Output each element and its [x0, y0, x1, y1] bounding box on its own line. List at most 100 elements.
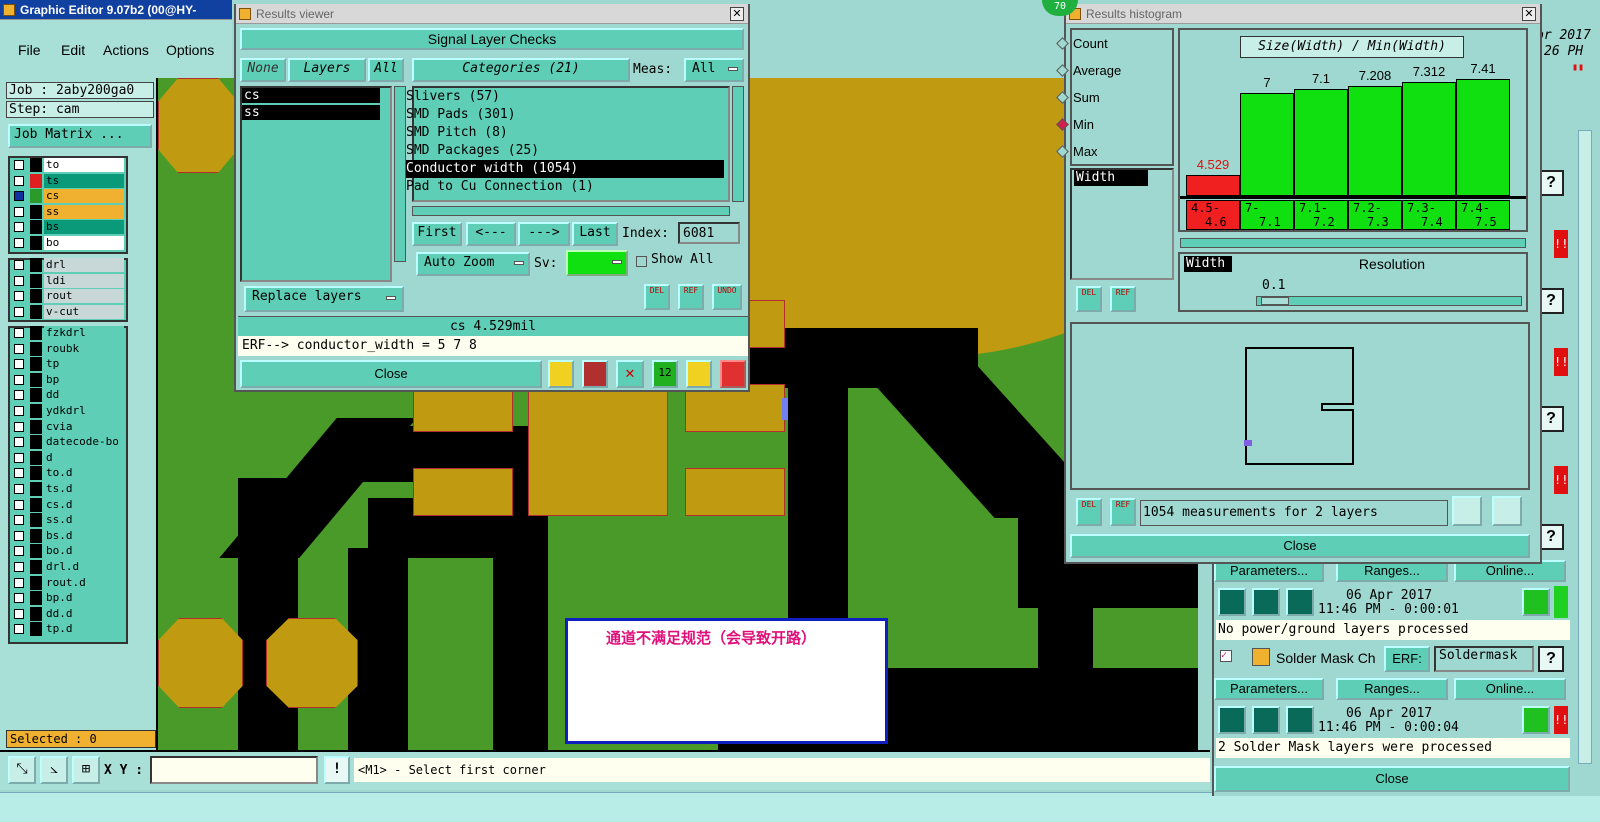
first-button[interactable]: First: [412, 222, 462, 246]
layer-checkbox[interactable]: [14, 291, 24, 301]
import-icon[interactable]: [1492, 496, 1522, 526]
close-icon[interactable]: ✕: [1522, 7, 1536, 21]
layer-row-drl.d[interactable]: drl.d: [10, 560, 124, 574]
layer-row-tp[interactable]: tp: [10, 357, 124, 372]
export-icon[interactable]: [1452, 496, 1482, 526]
layer-checkbox[interactable]: [14, 406, 24, 416]
hist-ref-button[interactable]: REF: [1110, 286, 1136, 312]
layer-row-drl[interactable]: drl: [10, 258, 124, 272]
hist-del-button[interactable]: DEL: [1076, 286, 1102, 312]
layer-checkbox[interactable]: [14, 359, 24, 370]
online-button-2[interactable]: Online...: [1454, 678, 1566, 700]
layer-row-cvia[interactable]: cvia: [10, 419, 124, 434]
show-all-checkbox[interactable]: [636, 256, 647, 267]
stat-option-average[interactable]: Average: [1056, 63, 1121, 78]
category-item[interactable]: Slivers (57): [406, 88, 500, 106]
tool-icon-1[interactable]: ⤡: [8, 756, 36, 784]
sv-color-dropdown[interactable]: [566, 250, 628, 276]
category-item[interactable]: Pad to Cu Connection (1): [406, 178, 594, 196]
layer-row-fzkdrl[interactable]: fzkdrl: [10, 326, 124, 340]
layer-checkbox[interactable]: [14, 222, 24, 232]
index-input[interactable]: [678, 222, 740, 244]
layer-checkbox[interactable]: [14, 624, 24, 635]
layer-checkbox[interactable]: [14, 468, 24, 479]
report-icon[interactable]: [686, 360, 712, 388]
categories-hscrollbar[interactable]: [412, 206, 730, 216]
layer-checkbox[interactable]: [14, 343, 24, 354]
prev-button[interactable]: <---: [466, 222, 516, 246]
auto-zoom-dropdown[interactable]: Auto Zoom: [416, 252, 530, 276]
layer-checkbox[interactable]: [14, 260, 24, 270]
layers-none-button[interactable]: None: [240, 58, 286, 82]
layer-row-to[interactable]: to: [10, 158, 124, 172]
layer-list-item[interactable]: ss: [242, 105, 380, 120]
layer-row-d[interactable]: d: [10, 450, 124, 465]
menu-actions[interactable]: Actions: [103, 42, 149, 58]
erf-button[interactable]: ERF:: [1384, 646, 1430, 672]
layer-checkbox[interactable]: [14, 577, 24, 588]
layer-row-bo.d[interactable]: bo.d: [10, 544, 124, 559]
zoom-icon[interactable]: [1522, 588, 1550, 616]
layer-row-ss[interactable]: ss: [10, 204, 124, 219]
layer-checkbox[interactable]: [14, 160, 24, 170]
ref-button[interactable]: REF: [678, 284, 704, 310]
category-item[interactable]: SMD Packages (25): [406, 142, 539, 160]
help-button[interactable]: ?: [1538, 646, 1564, 672]
layer-row-ss.d[interactable]: ss.d: [10, 513, 124, 528]
resolution-slider[interactable]: [1256, 296, 1522, 306]
hist-ref-button-2[interactable]: REF: [1110, 498, 1136, 526]
layer-checkbox[interactable]: [14, 437, 24, 448]
erf-x-icon[interactable]: ✕: [616, 360, 644, 388]
category-item[interactable]: Conductor width (1054): [406, 160, 724, 178]
histogram-icon[interactable]: [720, 360, 746, 388]
layer-checkbox[interactable]: [14, 237, 24, 248]
categories-scrollbar[interactable]: [732, 86, 744, 202]
layer-row-ldi[interactable]: ldi: [10, 273, 124, 288]
layer-row-rout.d[interactable]: rout.d: [10, 575, 124, 590]
menu-edit[interactable]: Edit: [61, 42, 85, 58]
undo-button[interactable]: UNDO: [712, 284, 742, 310]
parameters-button-2[interactable]: Parameters...: [1214, 678, 1324, 700]
highlight-icon[interactable]: [548, 360, 574, 388]
categories-button[interactable]: Categories (21): [412, 58, 630, 82]
layer-checkbox[interactable]: [14, 593, 24, 604]
layers-all-button[interactable]: All: [368, 58, 404, 82]
layers-button[interactable]: Layers: [288, 58, 366, 82]
category-item[interactable]: SMD Pads (301): [406, 106, 516, 124]
layer-row-dd[interactable]: dd: [10, 388, 124, 403]
hist-del-button-2[interactable]: DEL: [1076, 498, 1102, 526]
layer-checkbox[interactable]: [14, 175, 24, 186]
stat-option-max[interactable]: Max: [1056, 144, 1098, 159]
layer-checkbox[interactable]: [14, 499, 24, 510]
layer-checkbox[interactable]: [14, 562, 24, 572]
layer-row-roubk[interactable]: roubk: [10, 341, 124, 356]
histogram-bar[interactable]: [1186, 175, 1240, 196]
layer-row-bp[interactable]: bp: [10, 372, 124, 387]
layer-list-item[interactable]: cs: [242, 88, 380, 103]
run-icon[interactable]: [1218, 588, 1246, 616]
menu-file[interactable]: File: [18, 42, 41, 58]
histogram-close-button[interactable]: Close: [1070, 534, 1530, 558]
layer-row-bp.d[interactable]: bp.d: [10, 591, 124, 606]
erf-value[interactable]: Soldermask: [1434, 646, 1534, 672]
histogram-bar[interactable]: [1294, 89, 1348, 196]
menu-options[interactable]: Options: [166, 42, 214, 58]
run-icon[interactable]: [1286, 588, 1314, 616]
meas-dropdown[interactable]: All: [684, 58, 744, 82]
histogram-bar[interactable]: [1456, 79, 1510, 196]
zoom-icon[interactable]: [1522, 706, 1550, 734]
layer-row-dd.d[interactable]: dd.d: [10, 606, 124, 621]
tool-icon-2[interactable]: ⦣: [40, 756, 68, 784]
layer-row-v-cut[interactable]: v-cut: [10, 304, 124, 319]
layer-checkbox[interactable]: [14, 191, 24, 201]
layer-checkbox[interactable]: [14, 452, 24, 463]
layer-row-tp.d[interactable]: tp.d: [10, 622, 124, 637]
xy-input[interactable]: [150, 756, 318, 784]
histogram-bar[interactable]: [1348, 85, 1402, 196]
stat-option-min[interactable]: Min: [1056, 117, 1094, 132]
layer-checkbox[interactable]: [14, 390, 24, 401]
layer-checkbox[interactable]: [14, 515, 24, 526]
run-icon[interactable]: [1286, 706, 1314, 734]
last-button[interactable]: Last: [572, 222, 618, 246]
close-icon[interactable]: ✕: [730, 7, 744, 21]
